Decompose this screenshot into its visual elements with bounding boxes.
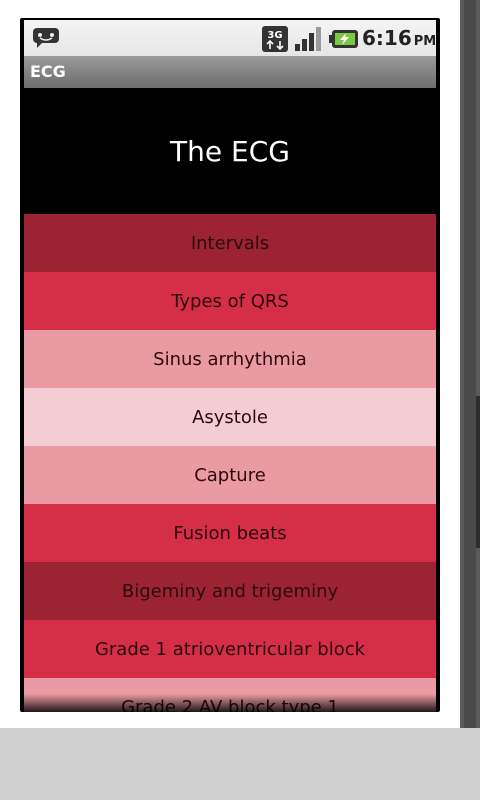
list-item-label: Grade 2 AV block type 1 — [121, 696, 339, 713]
list-item-label: Capture — [194, 464, 266, 486]
side-panel-inner — [464, 0, 476, 728]
list-item[interactable]: Capture — [24, 446, 436, 504]
side-handle[interactable] — [476, 396, 480, 548]
list-item[interactable]: Grade 2 AV block type 1 — [24, 678, 436, 712]
list-item-label: Grade 1 atrioventricular block — [94, 638, 366, 660]
list-item-label: Asystole — [192, 406, 268, 428]
app-title-bar: ECG — [24, 56, 436, 88]
list-item-label: Types of QRS — [171, 290, 289, 312]
page-header: The ECG — [24, 88, 436, 214]
list-item-label: Fusion beats — [173, 522, 287, 544]
side-panel — [460, 0, 480, 728]
message-icon[interactable] — [32, 27, 60, 49]
3g-icon: 3G — [262, 26, 288, 52]
clock-ampm: PM — [413, 34, 437, 49]
clock-time: 6:16 — [362, 26, 412, 50]
battery-icon — [329, 30, 358, 48]
list-item[interactable]: Grade 1 atrioventricular block — [24, 620, 436, 678]
list-item-label: Sinus arrhythmia — [153, 348, 307, 370]
list-item[interactable]: Types of QRS — [24, 272, 436, 330]
page-title: The ECG — [170, 134, 290, 168]
status-bar: 3G 6:16 PM — [24, 20, 436, 56]
signal-icon — [295, 27, 321, 51]
list-item[interactable]: Asystole — [24, 388, 436, 446]
list-item[interactable]: Bigeminy and trigeminy — [24, 562, 436, 620]
list-item-label: Bigeminy and trigeminy — [121, 580, 339, 602]
app-screen: 3G 6:16 PM ECG The ECG Intervals Types of … — [20, 18, 440, 712]
list-item[interactable]: Sinus arrhythmia — [24, 330, 436, 388]
list-item-label: Intervals — [190, 232, 270, 254]
list-item[interactable]: Fusion beats — [24, 504, 436, 562]
bottom-area — [0, 728, 480, 800]
clock: 6:16 PM — [362, 26, 436, 50]
topic-list[interactable]: Intervals Types of QRS Sinus arrhythmia Asy… — [24, 214, 436, 712]
list-item[interactable]: Intervals — [24, 214, 436, 272]
network-label: 3G — [267, 30, 282, 41]
app-title: ECG — [30, 62, 66, 81]
